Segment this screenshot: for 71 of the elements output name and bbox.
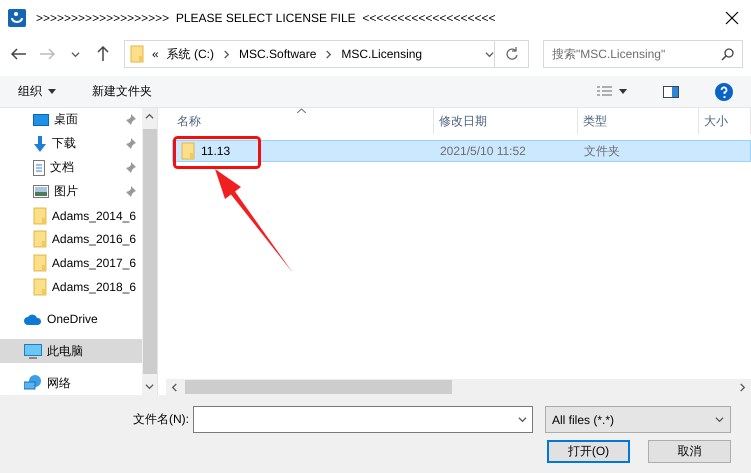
up-arrow-icon <box>97 46 109 62</box>
cloud-icon <box>24 314 42 325</box>
column-header[interactable]: 修改日期 <box>434 108 578 134</box>
chevron-up-icon <box>145 112 154 121</box>
chevron-down-icon <box>70 50 80 58</box>
breadcrumb-overflow[interactable]: « <box>152 47 159 61</box>
sidebar-item[interactable]: OneDrive <box>0 307 142 332</box>
column-header[interactable]: 类型 <box>578 108 699 134</box>
filename-label: 文件名(N): <box>132 411 190 428</box>
chevron-down-icon <box>145 382 154 391</box>
address-bar[interactable]: « 系统 (C:) MSC.Software MSC.Licensing <box>124 40 529 68</box>
column-header[interactable]: 名称 <box>172 108 434 134</box>
file-name: 11.13 <box>201 144 230 158</box>
breadcrumb[interactable]: 系统 (C:) <box>166 46 214 62</box>
sidebar-item[interactable]: Adams_2018_6 <box>0 275 142 300</box>
file-type: 文件夹 <box>583 142 621 160</box>
sidebar-item[interactable]: 文档 <box>0 156 142 180</box>
desktop-icon <box>33 114 49 126</box>
back-arrow-icon <box>11 48 27 60</box>
chevron-left-icon <box>170 382 179 392</box>
file-row[interactable]: 11.13 2021/5/10 11:52 文件夹 <box>172 140 751 162</box>
sidebar-item[interactable]: 图片 <box>0 180 142 204</box>
breadcrumb[interactable]: MSC.Licensing <box>341 47 422 61</box>
computer-icon <box>24 344 42 359</box>
folder-icon <box>130 45 144 63</box>
sidebar-item[interactable]: Adams_2017_6 <box>0 251 142 276</box>
organize-button[interactable]: 组织 <box>10 83 64 100</box>
breadcrumb[interactable]: MSC.Software <box>239 47 316 61</box>
scrollbar[interactable] <box>142 108 157 395</box>
folder-icon <box>181 142 195 160</box>
sidebar-item[interactable]: 桌面 <box>0 108 142 132</box>
help-icon <box>715 82 733 100</box>
close-icon <box>725 11 739 25</box>
window-title: >>>>>>>>>>>>>>>>>>> PLEASE SELECT LICENSE FILE <<<<<<<<<<<<<<<<<<< <box>36 11 496 25</box>
caret-icon <box>48 89 56 94</box>
folder-icon <box>33 278 47 296</box>
search-icon <box>721 48 734 61</box>
forward-arrow-icon <box>39 48 55 60</box>
refresh-icon <box>504 47 518 61</box>
folder-icon <box>33 230 47 248</box>
sidebar-item[interactable]: 下载 <box>0 132 142 156</box>
new-folder-button[interactable]: 新建文件夹 <box>84 83 160 100</box>
sidebar-item[interactable]: Adams_2016_6 <box>0 228 142 252</box>
app-icon <box>8 9 26 27</box>
search-field[interactable]: 搜索"MSC.Licensing" <box>543 40 743 68</box>
network-icon <box>24 375 42 392</box>
chevron-down-icon <box>485 50 494 58</box>
caret-icon <box>619 89 627 94</box>
sidebar-item[interactable]: 此电脑 <box>0 339 142 364</box>
sort-indicator-icon <box>297 108 306 113</box>
document-icon <box>33 160 45 176</box>
sidebar-item[interactable]: 网络 <box>0 371 142 395</box>
file-type-dropdown[interactable]: All files (*.*) <box>545 406 731 433</box>
horizontal-scrollbar[interactable] <box>166 379 751 395</box>
chevron-down-icon <box>715 415 724 424</box>
list-view-icon <box>597 86 613 98</box>
open-button[interactable]: 打开(O) <box>547 440 630 463</box>
chevron-down-icon <box>518 415 527 424</box>
cancel-button[interactable]: 取消 <box>648 440 731 463</box>
filename-field[interactable] <box>193 406 533 433</box>
folder-icon <box>33 206 47 225</box>
modified-date: 2021/5/10 11:52 <box>439 144 527 158</box>
preview-pane-icon <box>663 86 679 98</box>
folder-icon <box>33 254 47 272</box>
download-icon <box>33 136 47 152</box>
chevron-right-icon <box>324 50 334 58</box>
chevron-right-icon <box>738 382 747 392</box>
sidebar-item[interactable]: Adams_2014_6 <box>0 204 142 228</box>
image-icon <box>33 185 49 198</box>
column-header[interactable]: 大小 <box>699 108 751 134</box>
chevron-right-icon <box>222 50 232 58</box>
